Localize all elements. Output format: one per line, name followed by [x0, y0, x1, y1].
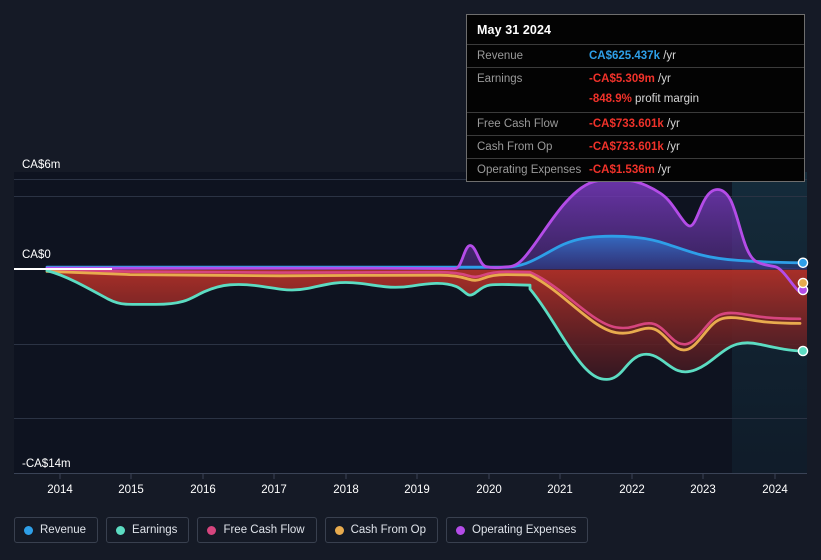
tooltip-value-free-cash-flow: -CA$733.601k /yr [589, 118, 680, 130]
legend-dot-free-cash-flow-icon [207, 525, 217, 535]
tooltip-row-revenue: Revenue CA$625.437k /yr [467, 44, 804, 67]
tooltip-value-profit-margin: -848.9% profit margin [589, 93, 699, 105]
tooltip-value-earnings: -CA$5.309m /yr [589, 73, 671, 85]
x-axis-tick-2020: 2020 [476, 484, 502, 496]
x-axis-tick-2019: 2019 [404, 484, 430, 496]
legend-label-free-cash-flow: Free Cash Flow [223, 524, 305, 536]
endpoint-earnings [797, 345, 809, 357]
tooltip-label-free-cash-flow: Free Cash Flow [477, 118, 559, 130]
x-axis-tick-2016: 2016 [190, 484, 216, 496]
legend-item-revenue[interactable]: Revenue [14, 517, 99, 543]
endpoint-cash-from-op [797, 277, 809, 289]
tooltip-row-earnings: Earnings -CA$5.309m /yr [467, 67, 804, 90]
tooltip-label-cash-from-op: Cash From Op [477, 141, 553, 153]
tooltip-label-revenue: Revenue [477, 50, 524, 62]
tooltip-unit-operating-expenses: /yr [658, 164, 671, 176]
y-axis-label-zero: CA$0 [22, 249, 51, 261]
legend-item-cash-from-op[interactable]: Cash From Op [324, 517, 439, 543]
x-axis-tick-2015: 2015 [118, 484, 144, 496]
x-axis-tick-2024: 2024 [762, 484, 788, 496]
legend-dot-operating-expenses-icon [456, 525, 466, 535]
tooltip-row-profit-margin: -848.9% profit margin [467, 90, 804, 112]
chart-legend: Revenue Earnings Free Cash Flow Cash Fro… [14, 517, 589, 543]
legend-label-earnings: Earnings [132, 524, 178, 536]
legend-dot-cash-from-op-icon [334, 525, 344, 535]
legend-label-cash-from-op: Cash From Op [350, 524, 427, 536]
tooltip-amount-operating-expenses: -CA$1.536m [589, 164, 655, 176]
tooltip-value-revenue: CA$625.437k /yr [589, 50, 676, 62]
x-axis-ticks [59, 474, 776, 479]
x-axis-tick-2017: 2017 [261, 484, 287, 496]
tooltip-label-operating-expenses: Operating Expenses [477, 164, 582, 176]
tooltip-row-free-cash-flow: Free Cash Flow -CA$733.601k /yr [467, 112, 804, 135]
tooltip-unit-cash-from-op: /yr [667, 141, 680, 153]
legend-dot-earnings-icon [116, 525, 126, 535]
tooltip-row-operating-expenses: Operating Expenses -CA$1.536m /yr [467, 158, 804, 181]
x-axis-tick-2023: 2023 [690, 484, 716, 496]
legend-item-free-cash-flow[interactable]: Free Cash Flow [197, 517, 317, 543]
tooltip-date: May 31 2024 [477, 23, 552, 37]
tooltip-text-profit-margin: profit margin [635, 93, 699, 105]
tooltip-amount-profit-margin: -848.9% [589, 93, 632, 105]
y-axis-label-top: CA$6m [22, 159, 61, 171]
x-axis-tick-2018: 2018 [333, 484, 359, 496]
tooltip-amount-revenue: CA$625.437k [589, 50, 660, 62]
legend-item-operating-expenses[interactable]: Operating Expenses [446, 517, 589, 543]
tooltip-amount-free-cash-flow: -CA$733.601k [589, 118, 664, 130]
x-axis-tick-2014: 2014 [47, 484, 73, 496]
data-tooltip: May 31 2024 Revenue CA$625.437k /yr Earn… [466, 14, 805, 182]
legend-item-earnings[interactable]: Earnings [106, 517, 190, 543]
tooltip-value-cash-from-op: -CA$733.601k /yr [589, 141, 680, 153]
tooltip-unit-free-cash-flow: /yr [667, 118, 680, 130]
legend-label-revenue: Revenue [40, 524, 87, 536]
tooltip-row-cash-from-op: Cash From Op -CA$733.601k /yr [467, 135, 804, 158]
tooltip-amount-cash-from-op: -CA$733.601k [589, 141, 664, 153]
x-axis-tick-2021: 2021 [547, 484, 573, 496]
tooltip-amount-earnings: -CA$5.309m [589, 73, 655, 85]
legend-label-operating-expenses: Operating Expenses [472, 524, 577, 536]
tooltip-unit-revenue: /yr [663, 50, 676, 62]
tooltip-label-earnings: Earnings [477, 73, 523, 85]
financial-chart: CA$6m CA$0 -CA$14m 2014 2015 2016 2017 2… [0, 0, 821, 560]
legend-dot-revenue-icon [24, 525, 33, 535]
x-axis-tick-2022: 2022 [619, 484, 645, 496]
endpoint-revenue [797, 257, 809, 269]
y-axis-label-bottom: -CA$14m [22, 458, 71, 470]
tooltip-value-operating-expenses: -CA$1.536m /yr [589, 164, 671, 176]
tooltip-unit-earnings: /yr [658, 73, 671, 85]
